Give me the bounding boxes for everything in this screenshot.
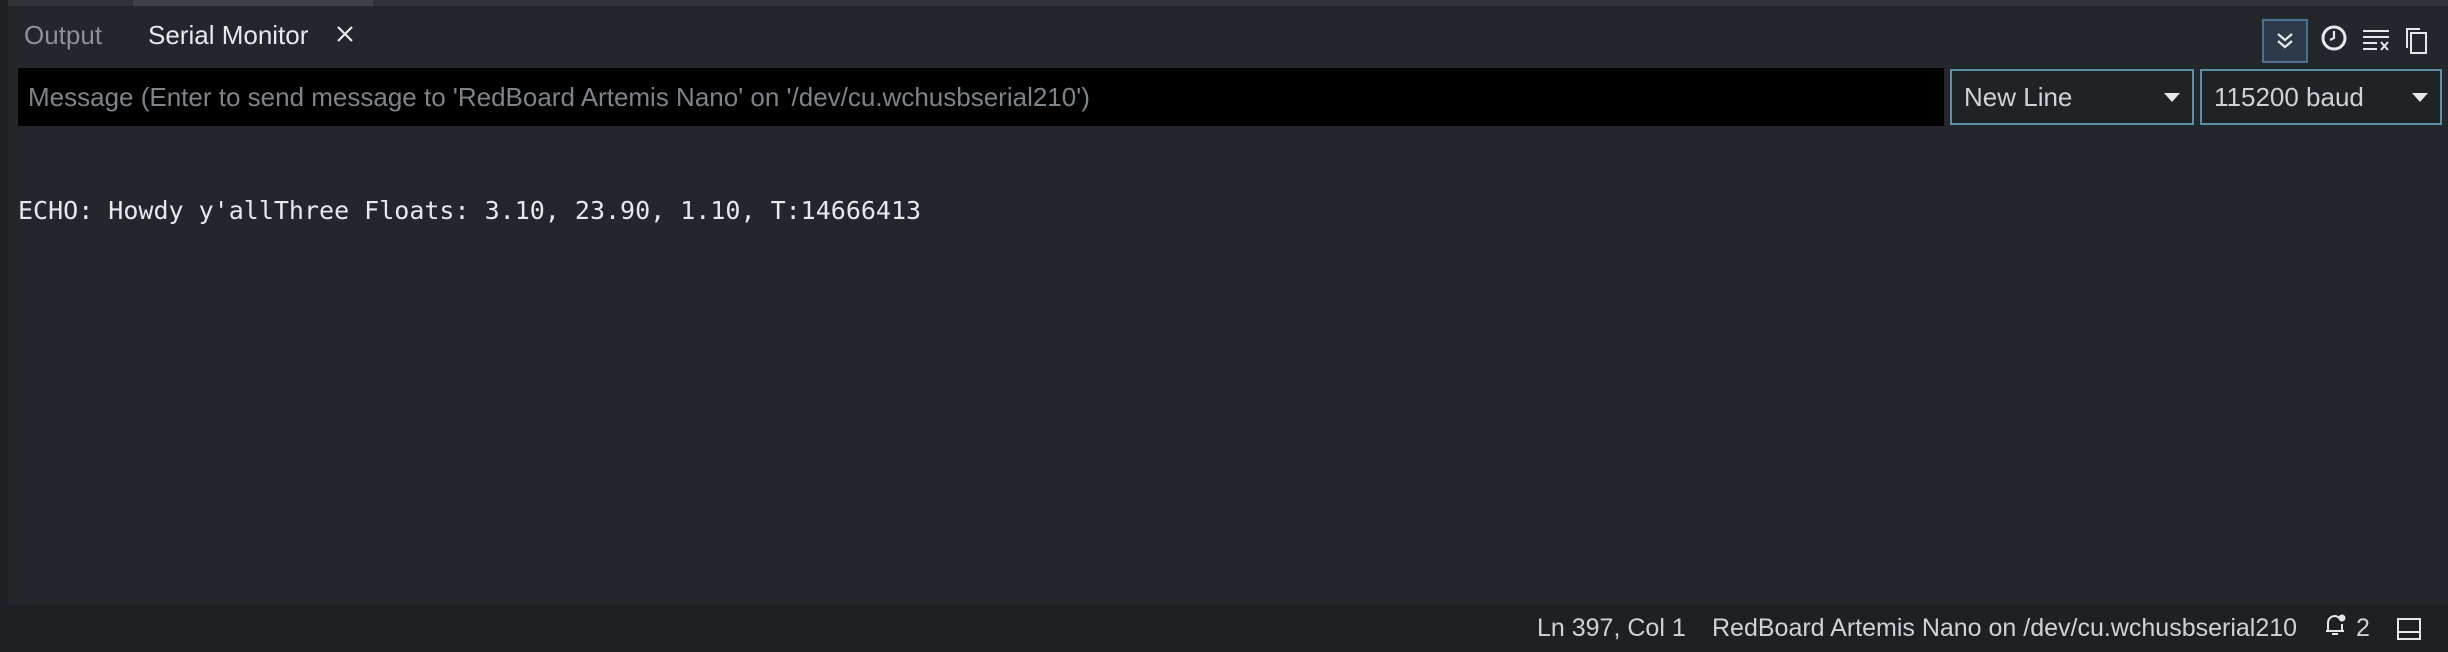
tab-output[interactable]: Output: [24, 6, 102, 64]
board-port-text: RedBoard Artemis Nano on /dev/cu.wchusbs…: [1712, 614, 2298, 642]
tab-serial-monitor[interactable]: Serial Monitor: [148, 6, 308, 64]
clear-output-icon[interactable]: [2360, 24, 2392, 56]
message-row: New Line 115200 baud: [18, 68, 2442, 128]
cursor-position-text: Ln 397, Col 1: [1537, 614, 1686, 642]
baud-rate-value: 115200 baud: [2214, 81, 2364, 112]
tab-bar: Output Serial Monitor: [0, 6, 2448, 64]
line-ending-select[interactable]: New Line: [1950, 69, 2194, 125]
output-line: ECHO: Howdy y'allThree Floats: 3.10, 23.…: [18, 196, 922, 225]
chevron-down-icon: [2164, 93, 2180, 102]
copy-output-icon[interactable]: [2400, 24, 2432, 58]
serial-output[interactable]: ECHO: Howdy y'allThree Floats: 3.10, 23.…: [18, 138, 2438, 598]
cursor-position[interactable]: Ln 397, Col 1: [1537, 605, 1686, 652]
line-ending-value: New Line: [1964, 81, 2073, 112]
close-icon[interactable]: [330, 19, 360, 49]
board-port-status[interactable]: RedBoard Artemis Nano on /dev/cu.wchusbs…: [1712, 605, 2297, 652]
chevron-down-icon: [2412, 93, 2428, 102]
tab-serial-monitor-label: Serial Monitor: [148, 19, 309, 50]
tab-output-label: Output: [24, 19, 103, 50]
message-input[interactable]: [18, 68, 1944, 126]
notifications[interactable]: 2: [2322, 605, 2370, 652]
status-bar: Ln 397, Col 1 RedBoard Artemis Nano on /…: [0, 605, 2448, 652]
notification-count: 2: [2356, 614, 2370, 642]
toggle-panel-icon[interactable]: [2396, 615, 2424, 643]
baud-rate-select[interactable]: 115200 baud: [2200, 69, 2442, 125]
autoscroll-icon[interactable]: [2262, 19, 2308, 63]
serial-monitor-panel: Output Serial Monitor Message (Enter to …: [0, 0, 2448, 652]
bell-dot-icon: [2322, 612, 2348, 645]
left-edge: [0, 0, 8, 605]
timestamp-clock-icon[interactable]: [2316, 20, 2352, 56]
